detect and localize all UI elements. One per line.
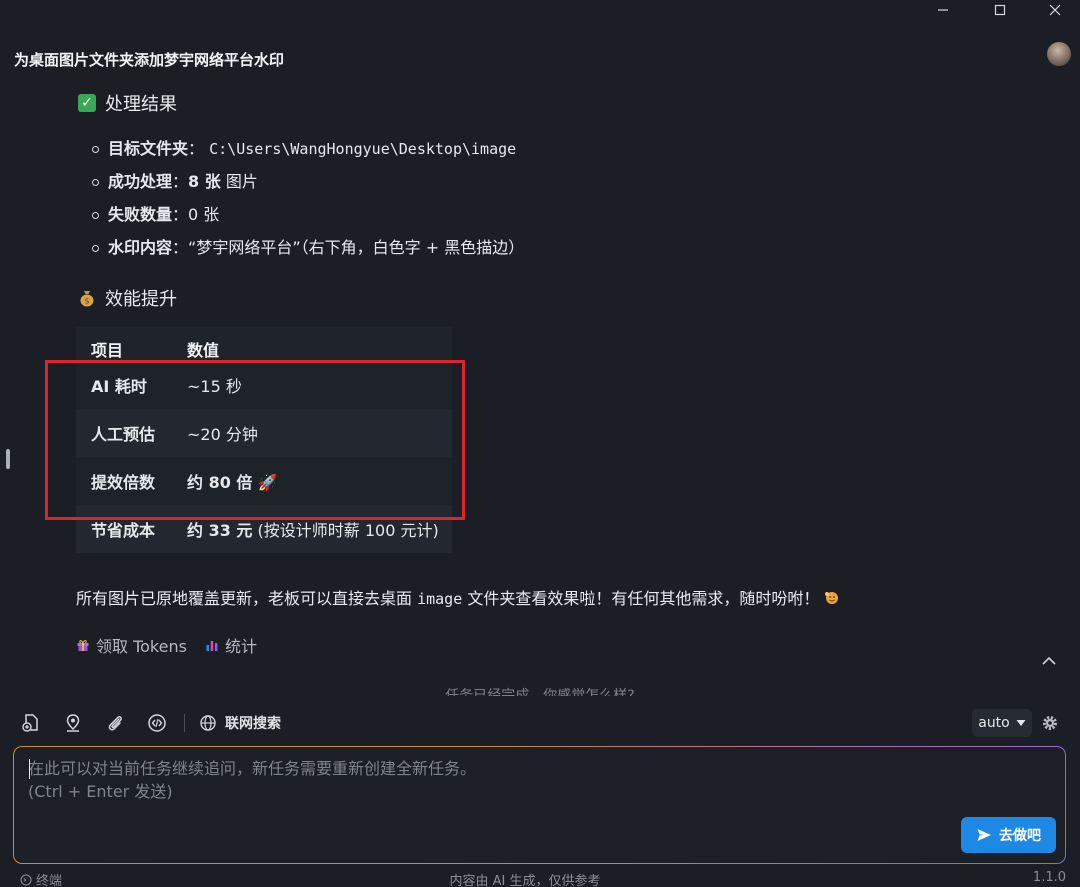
stats-label: 统计 xyxy=(224,637,257,656)
settings-button[interactable] xyxy=(1040,713,1060,733)
collapse-up-icon[interactable] xyxy=(1038,651,1060,671)
table-row: 节省成本 约 33 元 (按设计师时薪 100 元计) xyxy=(76,505,452,553)
failure-count: 0 张 xyxy=(188,205,220,224)
result-heading-text: 处理结果 xyxy=(105,94,177,115)
salute-emoji-icon xyxy=(825,592,839,604)
table-cell: 约 80 倍 🚀 xyxy=(172,457,452,505)
result-heading: ✓ 处理结果 xyxy=(78,90,177,116)
gear-icon xyxy=(1043,716,1057,730)
money-bag-icon: $ xyxy=(80,291,94,307)
toolbar-divider xyxy=(184,714,185,732)
result-list: 目标文件夹： C:\Users\WangHongyue\Desktop\imag… xyxy=(92,136,524,268)
location-pin-icon xyxy=(66,714,80,732)
prompt-input-frame: 去做吧 xyxy=(13,746,1066,864)
avatar[interactable] xyxy=(1047,42,1071,66)
caret-down-icon xyxy=(1016,720,1026,726)
minimize-icon[interactable] xyxy=(920,0,966,20)
model-select[interactable]: auto xyxy=(972,709,1032,737)
rocket-icon: 🚀 xyxy=(257,473,278,492)
code-button[interactable] xyxy=(146,712,168,734)
title-bar xyxy=(0,0,1080,40)
folder-name-code: image xyxy=(417,590,463,608)
claim-tokens-link[interactable]: 领取 Tokens xyxy=(76,633,187,657)
app-version: 1.1.0 xyxy=(1032,870,1066,885)
file-plus-icon xyxy=(22,714,38,732)
paperclip-icon xyxy=(108,716,122,731)
code-icon xyxy=(148,714,166,732)
globe-icon xyxy=(200,715,216,731)
table-row: 人工预估 ~20 分钟 xyxy=(76,409,452,457)
table-cell: ~20 分钟 xyxy=(187,425,258,444)
table-cell: 提效倍数 xyxy=(91,473,156,492)
web-search-toggle[interactable]: 联网搜索 xyxy=(199,713,281,733)
model-select-value: auto xyxy=(978,715,1010,731)
add-file-button[interactable] xyxy=(20,712,42,734)
task-title: 为桌面图片文件夹添加梦宇网络平台水印 xyxy=(14,51,285,69)
efficiency-heading-text: 效能提升 xyxy=(105,289,177,310)
table-cell: AI 耗时 xyxy=(91,377,147,396)
multiplier-value: 约 80 倍 xyxy=(187,473,253,492)
location-button[interactable] xyxy=(62,712,84,734)
success-count: 8 张 xyxy=(188,172,221,191)
web-search-label: 联网搜索 xyxy=(225,716,281,732)
column-header: 项目 xyxy=(91,341,124,360)
efficiency-heading: $ 效能提升 xyxy=(78,285,177,311)
table-cell: 约 33 元 (按设计师时薪 100 元计) xyxy=(172,505,452,553)
item-sep: ： xyxy=(172,205,189,224)
item-label: 成功处理 xyxy=(108,172,173,191)
prompt-input-container: 去做吧 xyxy=(14,747,1065,863)
summary-text: 所有图片已原地覆盖更新，老板可以直接去桌面 image 文件夹查看效果啦！有任何… xyxy=(76,585,840,609)
list-item: 目标文件夹： C:\Users\WangHongyue\Desktop\imag… xyxy=(92,136,524,169)
send-icon xyxy=(977,829,991,841)
table-row: AI 耗时 ~15 秒 xyxy=(76,361,452,409)
efficiency-table: 项目 数值 AI 耗时 ~15 秒 人工预估 ~20 分钟 提效倍数 约 80 … xyxy=(76,327,452,553)
list-item: 成功处理：8 张 图片 xyxy=(92,169,524,202)
stats-link[interactable]: 统计 xyxy=(205,633,257,657)
summary-part: 所有图片已原地覆盖更新，老板可以直接去桌面 xyxy=(76,589,418,608)
input-toolbar: 联网搜索 xyxy=(20,710,281,736)
table-cell: ~15 秒 xyxy=(187,377,242,396)
item-value: 图片 xyxy=(220,172,258,191)
close-icon[interactable] xyxy=(1032,0,1078,20)
maximize-icon[interactable] xyxy=(977,0,1023,20)
list-item: 失败数量：0 张 xyxy=(92,202,524,235)
summary-part: 文件夹查看效果啦！有任何其他需求，随时吩咐！ xyxy=(462,589,820,608)
svg-text:$: $ xyxy=(84,297,89,306)
feedback-prompt: 任务已经完成，你感觉怎么样? xyxy=(445,688,635,696)
prompt-input[interactable] xyxy=(28,757,928,817)
panel-resize-handle[interactable] xyxy=(6,449,10,469)
list-item: 水印内容：“梦宇网络平台”（右下角，白色字 + 黑色描边） xyxy=(92,235,524,268)
item-label: 失败数量 xyxy=(108,205,173,224)
action-links: 领取 Tokens 统计 xyxy=(76,633,257,657)
table-header: 项目 数值 xyxy=(76,327,452,361)
submit-label: 去做吧 xyxy=(999,828,1041,844)
item-sep: ： xyxy=(188,139,205,158)
attach-button[interactable] xyxy=(104,712,126,734)
watermark-content: “梦宇网络平台”（右下角，白色字 + 黑色描边） xyxy=(188,238,525,257)
gift-icon xyxy=(77,640,89,651)
target-folder-path: C:\Users\WangHongyue\Desktop\image xyxy=(209,140,517,158)
text-caret xyxy=(29,759,30,779)
column-header: 数值 xyxy=(187,341,220,360)
status-bar: 终端 内容由 AI 生成，仅供参考 1.1.0 xyxy=(0,869,1080,887)
item-sep: ： xyxy=(172,172,189,191)
bar-chart-icon xyxy=(206,641,218,651)
app-window: 为桌面图片文件夹添加梦宇网络平台水印 ✓ 处理结果 目标文件夹： C:\User… xyxy=(0,0,1080,887)
item-label: 目标文件夹 xyxy=(108,139,189,158)
check-mark-icon: ✓ xyxy=(78,94,96,112)
claim-tokens-label: 领取 Tokens xyxy=(96,637,187,656)
table-cell: 节省成本 xyxy=(91,521,156,540)
item-label: 水印内容 xyxy=(108,238,173,257)
ai-disclaimer: 内容由 AI 生成，仅供参考 xyxy=(449,874,601,887)
cost-note: (按设计师时薪 100 元计) xyxy=(252,521,439,540)
submit-button[interactable]: 去做吧 xyxy=(961,817,1056,853)
cost-value: 约 33 元 xyxy=(187,521,253,540)
table-row: 提效倍数 约 80 倍 🚀 xyxy=(76,457,452,505)
item-sep: ： xyxy=(172,238,189,257)
table-cell: 人工预估 xyxy=(91,425,156,444)
